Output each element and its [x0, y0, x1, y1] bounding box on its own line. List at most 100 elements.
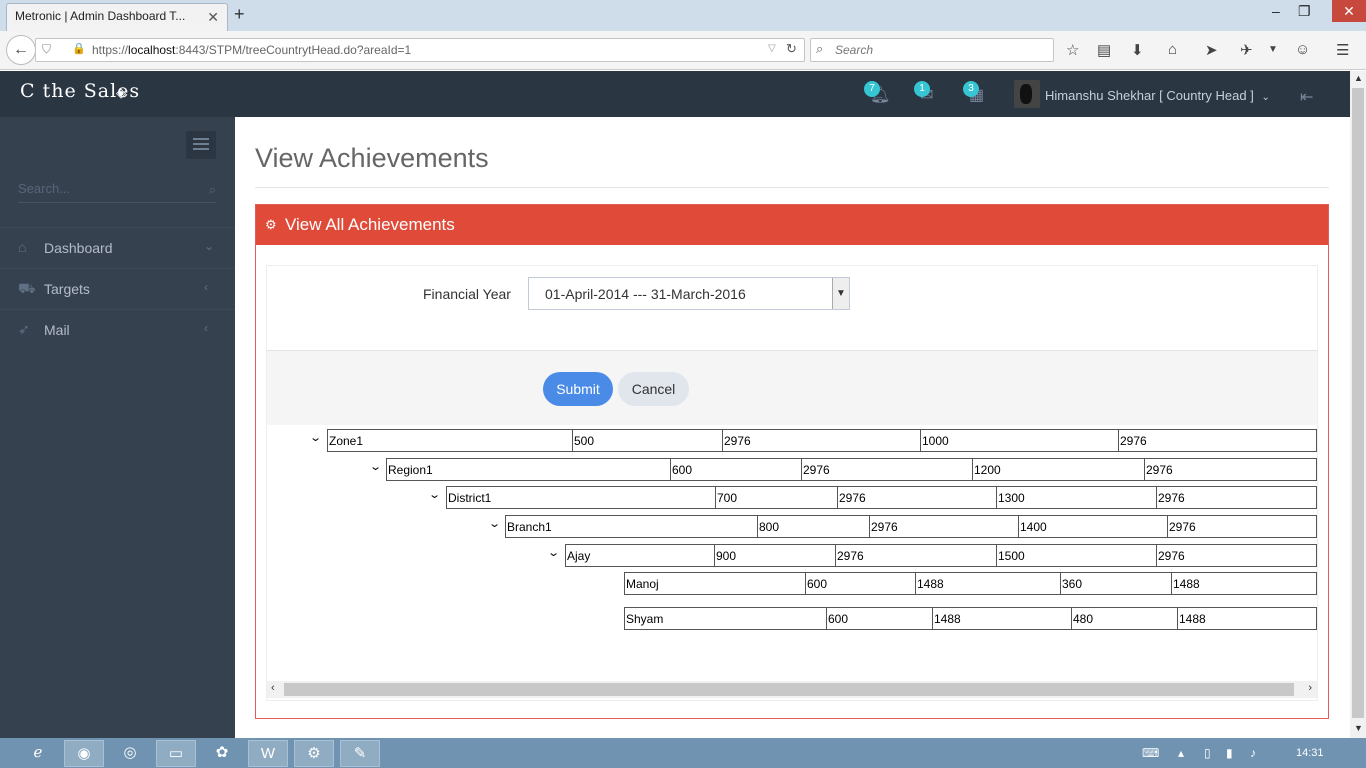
- tasks-button[interactable]: ▦ 3: [963, 81, 995, 107]
- sidebar-item-targets[interactable]: ⛟ Targets ‹: [0, 268, 235, 308]
- username-label: Himanshu Shekhar [ Country Head ]: [1045, 88, 1254, 103]
- horizontal-scrollbar[interactable]: ‹ ›: [267, 681, 1317, 698]
- close-tab-icon[interactable]: ✕: [207, 9, 219, 26]
- keyboard-icon[interactable]: ⌨: [1142, 746, 1159, 760]
- tree-row: Shyam 600 1488 480 1488: [267, 607, 1317, 630]
- tree-node-value: 1488: [1171, 572, 1317, 595]
- cancel-button[interactable]: Cancel: [618, 372, 689, 406]
- settings-icon[interactable]: ⚙: [294, 740, 334, 767]
- sidebar: Search... ⌕ ⌂ Dashboard ⌄ ⛟ Targets ‹ ➶ …: [0, 117, 235, 738]
- back-arrow-icon[interactable]: ←: [6, 35, 36, 65]
- logout-icon[interactable]: ⇤: [1300, 87, 1313, 107]
- new-tab-icon[interactable]: +: [234, 4, 245, 25]
- browser-tab-bar: Metronic | Admin Dashboard T... ✕ + – ❐ …: [0, 0, 1366, 31]
- tree-node-value: 2976: [835, 544, 996, 567]
- submit-button[interactable]: Submit: [543, 372, 613, 406]
- scrollbar-thumb[interactable]: [284, 683, 1294, 696]
- sidebar-item-dashboard[interactable]: ⌂ Dashboard ⌄: [0, 227, 235, 267]
- chrome-icon[interactable]: ◎: [110, 740, 150, 767]
- sidebar-item-label: Dashboard: [44, 240, 113, 256]
- bookmark-star-icon[interactable]: ☆: [1066, 41, 1079, 59]
- extension-icon[interactable]: ✈: [1240, 41, 1253, 59]
- ie-icon[interactable]: ℯ: [18, 740, 58, 767]
- sidebar-item-label: Targets: [44, 281, 90, 297]
- app-icon[interactable]: ✿: [202, 740, 242, 767]
- network-icon[interactable]: ▮: [1226, 746, 1233, 760]
- layers-icon: ◈: [116, 85, 126, 100]
- collapse-chevron-icon[interactable]: ⌄: [488, 517, 501, 530]
- url-scheme: https://: [92, 43, 129, 57]
- firefox-icon[interactable]: ◉: [64, 740, 104, 767]
- paint-icon[interactable]: ✎: [340, 740, 380, 767]
- file-explorer-icon[interactable]: ▭: [156, 740, 196, 767]
- notifications-button[interactable]: 🔔︎ 7: [864, 81, 896, 107]
- scroll-left-icon[interactable]: ‹: [271, 682, 275, 694]
- home-icon[interactable]: ⌂: [1168, 41, 1177, 58]
- tree-node-value: 2976: [1167, 515, 1317, 538]
- user-menu[interactable]: Himanshu Shekhar [ Country Head ] ⌄: [1045, 88, 1270, 103]
- rocket-icon: ➶: [18, 321, 30, 337]
- collapse-chevron-icon[interactable]: ⌄: [547, 546, 560, 559]
- sidebar-search-input[interactable]: Search... ⌕: [18, 181, 216, 203]
- sidebar-search-placeholder: Search...: [18, 181, 71, 196]
- tree-node-value: 2976: [801, 458, 972, 481]
- financial-year-select[interactable]: 01-April-2014 --- 31-March-2016 ▼: [528, 277, 850, 310]
- inbox-button[interactable]: ✉ 1: [914, 81, 946, 107]
- financial-year-label: Financial Year: [423, 286, 511, 302]
- minimize-icon[interactable]: –: [1272, 3, 1280, 19]
- collapse-chevron-icon[interactable]: ⌄: [428, 488, 441, 501]
- tree-node-value: 1488: [1177, 607, 1317, 630]
- smiley-icon[interactable]: ☺: [1295, 41, 1310, 58]
- tree-node-name[interactable]: Region1: [386, 458, 670, 481]
- tab-title: Metronic | Admin Dashboard T...: [15, 9, 186, 23]
- dropdown-arrow-icon[interactable]: ▽: [768, 43, 776, 54]
- download-icon[interactable]: ⬇: [1131, 41, 1144, 59]
- send-icon[interactable]: ➤: [1205, 41, 1218, 59]
- address-bar[interactable]: https://localhost:8443/STPM/treeCountryt…: [35, 38, 805, 62]
- battery-icon[interactable]: ▯: [1204, 746, 1211, 760]
- scrollbar-thumb[interactable]: [1352, 88, 1364, 718]
- collapse-chevron-icon[interactable]: ⌄: [369, 460, 382, 473]
- scroll-right-icon[interactable]: ›: [1308, 682, 1312, 694]
- menu-icon[interactable]: ☰: [1336, 41, 1349, 59]
- tree-node-name[interactable]: Zone1: [327, 429, 572, 452]
- close-window-icon[interactable]: ✕: [1332, 0, 1366, 22]
- scroll-down-icon[interactable]: ▼: [1354, 723, 1363, 733]
- chevron-down-icon: ⌄: [204, 239, 215, 253]
- page-title: View Achievements: [255, 143, 489, 173]
- extension-dropdown-icon[interactable]: ▼: [1268, 44, 1278, 55]
- achievements-portlet: ⚙ View All Achievements Financial Year 0…: [255, 204, 1329, 719]
- browser-tab[interactable]: Metronic | Admin Dashboard T... ✕: [6, 3, 228, 31]
- tree-node-value: 800: [757, 515, 869, 538]
- reload-icon[interactable]: ↻: [786, 41, 797, 57]
- tree-node-name[interactable]: Shyam: [624, 607, 826, 630]
- collapse-chevron-icon[interactable]: ⌄: [309, 431, 322, 444]
- tree-node-value: 600: [805, 572, 915, 595]
- page-vertical-scrollbar[interactable]: ▲ ▼: [1350, 71, 1366, 738]
- tree-node-value: 480: [1071, 607, 1177, 630]
- tree-node-name[interactable]: Manoj: [624, 572, 805, 595]
- tree-node-name[interactable]: Ajay: [565, 544, 714, 567]
- search-icon: ⌕: [208, 182, 216, 197]
- tree-node-value: 1300: [996, 486, 1156, 509]
- tree-row: ⌄ District1 700 2976 1300 2976: [267, 486, 1317, 509]
- taskbar-clock[interactable]: 14:31: [1296, 747, 1324, 759]
- reading-list-icon[interactable]: ▤: [1097, 41, 1111, 59]
- sidebar-item-mail[interactable]: ➶ Mail ‹: [0, 309, 235, 349]
- tree-node-value: 700: [715, 486, 837, 509]
- financial-year-value: 01-April-2014 --- 31-March-2016: [545, 286, 746, 302]
- show-hidden-icons-icon[interactable]: ▴: [1178, 746, 1184, 760]
- sidebar-toggle-button[interactable]: [186, 131, 216, 159]
- tree-node-name[interactable]: District1: [446, 486, 715, 509]
- chevron-down-icon: ▼: [832, 278, 849, 309]
- volume-icon[interactable]: ♪: [1250, 746, 1256, 760]
- gears-icon: ⚙: [265, 217, 277, 232]
- tree-node-value: 1488: [915, 572, 1060, 595]
- avatar[interactable]: [1014, 80, 1040, 108]
- scroll-up-icon[interactable]: ▲: [1354, 73, 1363, 83]
- tree-node-value: 1200: [972, 458, 1144, 481]
- tree-node-name[interactable]: Branch1: [505, 515, 757, 538]
- word-icon[interactable]: W: [248, 740, 288, 767]
- browser-search-input[interactable]: Search: [810, 38, 1054, 62]
- maximize-icon[interactable]: ❐: [1298, 3, 1311, 20]
